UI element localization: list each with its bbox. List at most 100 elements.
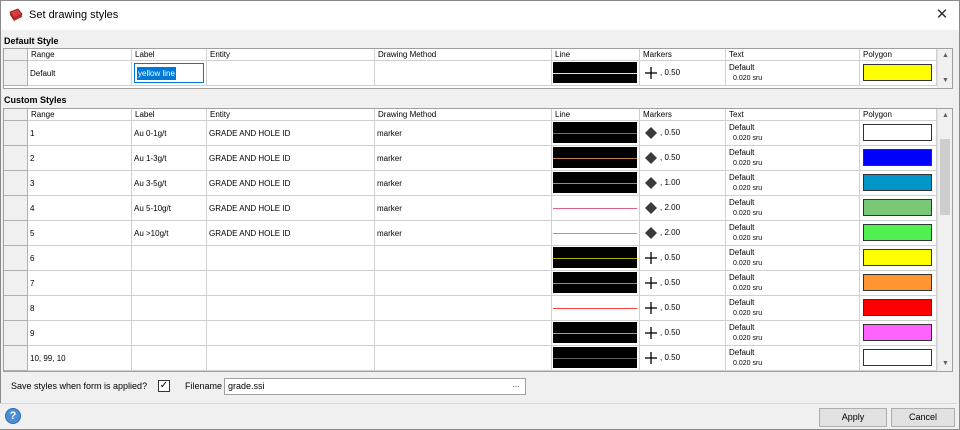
cancel-button[interactable]: Cancel [891,408,955,427]
text-style-cell[interactable]: Default 0.020 sru [726,196,860,221]
text-style-cell[interactable]: Default 0.020 sru [726,346,860,371]
polygon-style-cell[interactable] [860,321,937,346]
marker-style-cell[interactable]: , 0.50 [640,296,726,321]
row-header[interactable] [4,321,28,346]
label-input[interactable]: yellow line [134,63,204,83]
row-header[interactable] [4,61,28,86]
help-icon[interactable]: ? [5,408,21,424]
range-cell[interactable]: 9 [28,321,132,346]
column-header-drawing-method[interactable]: Drawing Method [375,109,552,121]
drawing-method-cell[interactable] [375,271,552,296]
range-cell[interactable]: 7 [28,271,132,296]
range-cell[interactable]: 2 [28,146,132,171]
drawing-method-cell[interactable]: marker [375,121,552,146]
line-style-cell[interactable] [552,196,640,221]
label-cell[interactable] [132,246,207,271]
drawing-method-cell[interactable] [375,321,552,346]
line-style-cell[interactable] [552,346,640,371]
row-header[interactable] [4,171,28,196]
polygon-style-cell[interactable] [860,146,937,171]
entity-cell[interactable] [207,321,375,346]
scroll-up-icon[interactable]: ▲ [938,109,952,123]
apply-button[interactable]: Apply [819,408,887,427]
column-header-range[interactable]: Range [28,109,132,121]
label-cell[interactable]: Au 5-10g/t [132,196,207,221]
label-cell[interactable] [132,271,207,296]
row-header[interactable] [4,221,28,246]
polygon-style-cell[interactable] [860,61,937,86]
row-header[interactable] [4,346,28,371]
drawing-method-cell[interactable] [375,61,552,86]
row-header[interactable] [4,296,28,321]
column-header-label[interactable]: Label [132,109,207,121]
column-header-markers[interactable]: Markers [640,49,726,61]
row-header[interactable] [4,121,28,146]
column-header-entity[interactable]: Entity [207,49,375,61]
label-cell[interactable]: Au >10g/t [132,221,207,246]
marker-style-cell[interactable]: , 0.50 [640,121,726,146]
marker-style-cell[interactable]: , 2.00 [640,196,726,221]
column-header-polygon[interactable]: Polygon [860,109,937,121]
line-style-cell[interactable] [552,321,640,346]
marker-style-cell[interactable]: , 1.00 [640,171,726,196]
entity-cell[interactable]: GRADE AND HOLE ID [207,146,375,171]
polygon-style-cell[interactable] [860,221,937,246]
close-icon[interactable]: ✕ [931,4,953,26]
entity-cell[interactable]: GRADE AND HOLE ID [207,171,375,196]
text-style-cell[interactable]: Default 0.020 sru [726,171,860,196]
marker-style-cell[interactable]: , 2.00 [640,221,726,246]
polygon-style-cell[interactable] [860,246,937,271]
range-cell[interactable]: Default [28,61,132,86]
column-header-drawing-method[interactable]: Drawing Method [375,49,552,61]
label-cell[interactable] [132,296,207,321]
polygon-style-cell[interactable] [860,121,937,146]
text-style-cell[interactable]: Default 0.020 sru [726,321,860,346]
entity-cell[interactable] [207,346,375,371]
range-cell[interactable]: 5 [28,221,132,246]
range-cell[interactable]: 3 [28,171,132,196]
marker-style-cell[interactable]: , 0.50 [640,146,726,171]
range-cell[interactable]: 1 [28,121,132,146]
line-style-cell[interactable] [552,296,640,321]
polygon-style-cell[interactable] [860,346,937,371]
polygon-style-cell[interactable] [860,271,937,296]
drawing-method-cell[interactable]: marker [375,196,552,221]
marker-style-cell[interactable]: , 0.50 [640,346,726,371]
scroll-down-icon[interactable]: ▼ [938,74,953,88]
marker-style-cell[interactable]: , 0.50 [640,321,726,346]
label-cell[interactable]: Au 1-3g/t [132,146,207,171]
row-header[interactable] [4,246,28,271]
line-style-cell[interactable] [552,246,640,271]
column-header-entity[interactable]: Entity [207,109,375,121]
entity-cell[interactable] [207,271,375,296]
line-style-cell[interactable] [552,221,640,246]
drawing-method-cell[interactable]: marker [375,146,552,171]
column-header-markers[interactable]: Markers [640,109,726,121]
marker-style-cell[interactable]: , 0.50 [640,271,726,296]
label-cell[interactable]: yellow line [132,61,207,86]
polygon-style-cell[interactable] [860,296,937,321]
label-cell[interactable]: Au 0-1g/t [132,121,207,146]
marker-style-cell[interactable]: , 0.50 [640,246,726,271]
line-style-cell[interactable] [552,61,640,86]
scroll-up-icon[interactable]: ▲ [938,49,953,63]
polygon-style-cell[interactable] [860,196,937,221]
filename-field[interactable]: grade.ssi ... [224,378,526,395]
browse-button[interactable]: ... [509,380,523,393]
drawing-method-cell[interactable] [375,346,552,371]
text-style-cell[interactable]: Default 0.020 sru [726,61,860,86]
column-header-range[interactable]: Range [28,49,132,61]
marker-style-cell[interactable]: , 0.50 [640,61,726,86]
scroll-thumb[interactable] [940,139,950,215]
entity-cell[interactable] [207,296,375,321]
column-header-line[interactable]: Line [552,49,640,61]
range-cell[interactable]: 8 [28,296,132,321]
save-styles-checkbox[interactable]: ✓ [158,380,170,392]
range-cell[interactable]: 10, 99, 10 [28,346,132,371]
text-style-cell[interactable]: Default 0.020 sru [726,121,860,146]
entity-cell[interactable] [207,246,375,271]
text-style-cell[interactable]: Default 0.020 sru [726,221,860,246]
vertical-scrollbar[interactable]: ▲ ▼ [937,49,952,88]
text-style-cell[interactable]: Default 0.020 sru [726,296,860,321]
label-cell[interactable]: Au 3-5g/t [132,171,207,196]
